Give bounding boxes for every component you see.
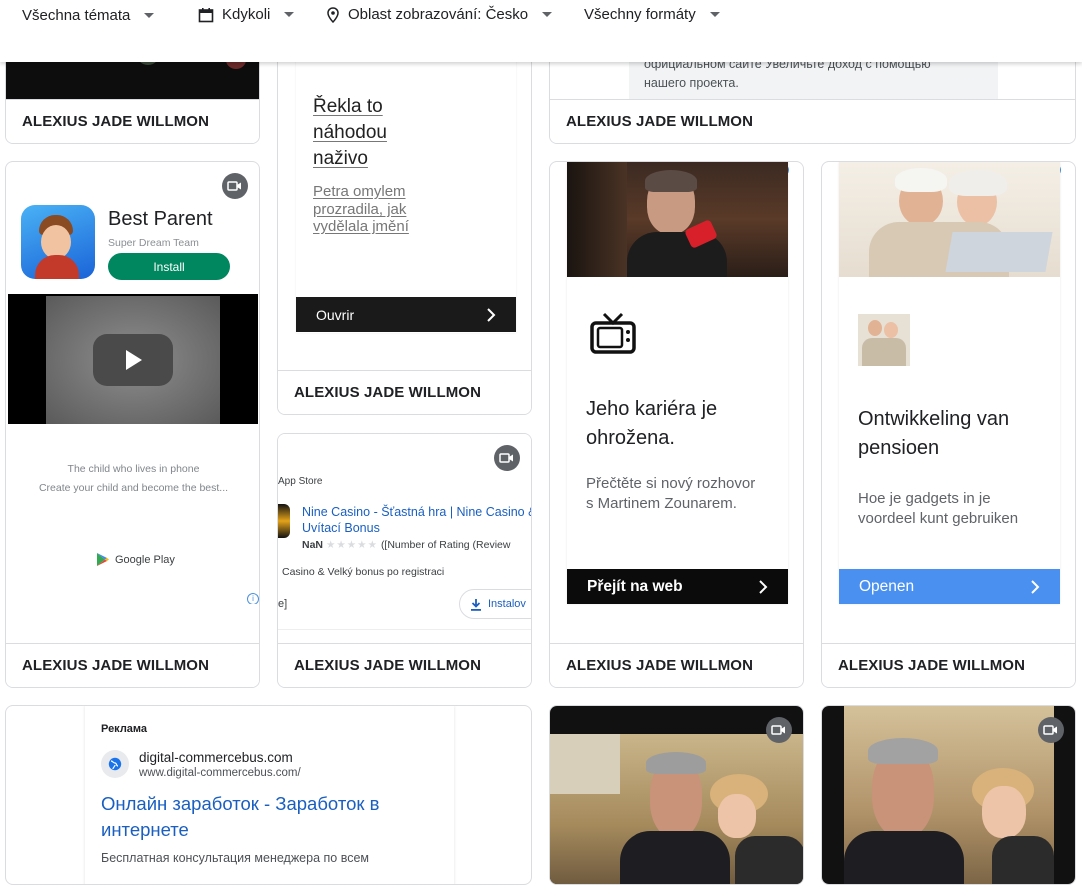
app-name: Best Parent [108,208,213,230]
ad-card[interactable]: Реклама digital-commercebus.com www.digi… [5,705,532,885]
star-rating-icon: ★★★★★ [325,539,379,551]
download-icon [471,598,481,611]
ad-cta-label: Openen [859,577,915,595]
app-rating: NaN ★★★★★ ([Number of Rating (Review [302,539,510,551]
play-icon[interactable] [93,334,173,386]
tv-icon [590,312,636,354]
ad-title-link[interactable]: Онлайн заработок - Заработок в интернете [101,791,431,843]
ad-thumbnail [858,314,910,366]
ad-body: Přečtěte si nový rozhovor s Martinem Zou… [586,475,756,512]
install-button[interactable]: Instalov [459,589,531,619]
ad-text-line: нашего проекта. [644,76,739,90]
ad-url[interactable]: www.digital-commercebus.com/ [139,767,301,779]
install-button-label: Install [153,259,185,274]
ad-cta-button[interactable]: Ouvrir [296,297,516,332]
bracket-fragment: e] [278,598,288,610]
chevron-down-icon [542,12,553,17]
ad-domain: digital-commercebus.com [139,750,293,765]
app-description: The child who lives in phone [67,463,200,475]
google-play-icon [97,553,109,566]
store-label: App Store [278,476,323,487]
install-button[interactable]: Install [108,253,230,280]
chevron-down-icon [284,12,295,17]
chevron-down-icon [144,13,155,18]
ad-cta-button[interactable]: Přejít na web [567,569,788,604]
rating-text: ([Number of Rating (Review [380,539,511,551]
advertiser-name: ALEXIUS JADE WILLMON [822,643,1075,687]
app-icon [21,205,95,279]
date-filter-label: Kdykoli [222,6,271,23]
google-play-label: Google Play [115,553,175,566]
ad-cta-button[interactable]: Openen [839,569,1060,604]
chevron-down-icon [709,12,720,17]
advertiser-name: ALEXIUS JADE WILLMON [278,643,531,687]
ad-card[interactable]: i Jeho kariéra je ohrožena. Přečtěte si … [549,161,804,688]
ad-photo [839,162,1060,277]
advertiser-name: ALEXIUS JADE WILLMON [550,643,803,687]
app-video-preview[interactable] [8,294,258,424]
rating-value: NaN [302,539,324,551]
topics-filter-label: Všechna témata [22,7,131,24]
calendar-icon [198,7,214,22]
ad-headline: Řekla to náhodou naživo [313,96,387,169]
install-button-label: Instalov [488,598,526,610]
ad-card[interactable] [821,705,1076,885]
ad-creative: App Store Nine Casino - Šťastná hra | Ni… [278,434,531,630]
ad-body: Hoe je gadgets in je voordeel kunt gebru… [858,490,1019,527]
ad-card[interactable]: Best Parent Super Dream Team Install The… [5,161,260,688]
topics-filter[interactable]: Všechna témata [22,7,155,24]
chevron-right-icon [759,579,768,594]
ad-cta-label: Ouvrir [316,306,355,323]
ad-photo [567,162,788,277]
location-pin-icon [327,6,339,23]
app-title[interactable]: Nine Casino - Šťastná hra | Nine Casino … [302,504,531,536]
ad-headline: Jeho kariéra je ohrožena. [586,398,718,449]
chevron-right-icon [1031,579,1040,594]
google-play-badge[interactable]: Google Play [96,552,175,567]
app-subtitle: Casino & Velký bonus po registraci [282,566,445,578]
app-description: Create your child and become the best... [38,482,229,494]
ad-creative: Ontwikkeling van pensioen Hoe je gadgets… [839,162,1060,604]
advertiser-name: ALEXIUS JADE WILLMON [6,643,259,687]
ad-creative: Реклама digital-commercebus.com www.digi… [85,706,454,884]
video-camera-icon [222,173,248,199]
ad-card[interactable]: i Ontwikkeling van pensioen Hoe je gadge… [821,161,1076,688]
date-filter[interactable]: Kdykoli [198,6,295,23]
advertiser-name: ALEXIUS JADE WILLMON [278,370,531,414]
format-filter[interactable]: Všechny formáty [584,6,720,23]
video-camera-icon [1038,717,1064,743]
ad-headline: Ontwikkeling van pensioen [858,408,1010,459]
globe-icon [101,750,129,778]
region-filter-label: Oblast zobrazování: Česko [348,6,529,23]
app-developer: Super Dream Team [108,237,199,249]
ad-card[interactable]: Řekla to náhodou naživo Petra omylem pro… [277,0,532,415]
chevron-right-icon [487,307,496,322]
ad-body: Petra omylem prozradila, jak vydělala jm… [313,183,409,235]
video-camera-icon [494,445,520,471]
advertiser-name: ALEXIUS JADE WILLMON [6,99,259,143]
ad-label: Реклама [101,723,148,735]
format-filter-label: Všechny formáty [584,6,696,23]
ad-card[interactable]: App Store Nine Casino - Šťastná hra | Ni… [277,433,532,688]
video-camera-icon [766,717,792,743]
filter-bar: Všechna témata Kdykoli Oblast zobrazován… [0,0,1082,62]
app-icon [278,504,290,538]
region-filter[interactable]: Oblast zobrazování: Česko [326,6,553,23]
ad-cta-label: Přejít na web [587,577,683,595]
advertiser-name: ALEXIUS JADE WILLMON [550,99,1075,143]
ad-card[interactable] [549,705,804,885]
ad-creative: Jeho kariéra je ohrožena. Přečtěte si no… [567,162,788,604]
